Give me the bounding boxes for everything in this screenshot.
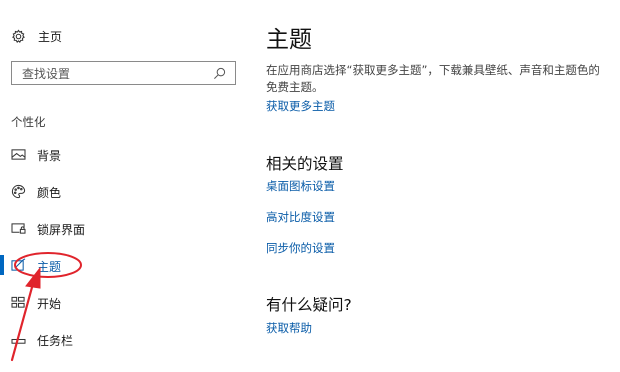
sidebar-item-label: 锁屏界面 bbox=[37, 223, 86, 237]
sidebar-item-lock-screen[interactable]: 锁屏界面 bbox=[0, 215, 252, 241]
sidebar-item-label: 开始 bbox=[37, 297, 62, 311]
sidebar-item-label: 主题 bbox=[37, 260, 62, 274]
sidebar-item-label: 任务栏 bbox=[37, 334, 74, 348]
page-title: 主题 bbox=[266, 27, 312, 53]
sidebar-item-themes[interactable]: 主题 bbox=[0, 252, 252, 278]
taskbar-icon bbox=[10, 331, 26, 347]
search-icon[interactable] bbox=[213, 66, 227, 80]
get-more-themes-link[interactable]: 获取更多主题 bbox=[266, 98, 335, 114]
sidebar-item-label: 颜色 bbox=[37, 186, 62, 200]
desktop-icon-settings-link[interactable]: 桌面图标设置 bbox=[266, 178, 335, 194]
sidebar-item-label: 背景 bbox=[37, 149, 62, 163]
sidebar-item-start[interactable]: 开始 bbox=[0, 289, 252, 315]
sync-settings-link[interactable]: 同步你的设置 bbox=[266, 240, 335, 256]
palette-icon bbox=[10, 183, 26, 199]
sidebar-item-taskbar[interactable]: 任务栏 bbox=[0, 326, 252, 352]
sidebar-item-colors[interactable]: 颜色 bbox=[0, 178, 252, 204]
get-help-link[interactable]: 获取帮助 bbox=[266, 320, 312, 336]
question-heading: 有什么疑问? bbox=[266, 296, 352, 314]
gear-icon bbox=[10, 28, 26, 44]
high-contrast-settings-link[interactable]: 高对比度设置 bbox=[266, 209, 335, 225]
theme-brush-icon bbox=[10, 257, 26, 273]
active-indicator bbox=[0, 255, 4, 275]
start-tiles-icon bbox=[10, 294, 26, 310]
home-nav-item[interactable]: 主页 bbox=[10, 25, 62, 47]
search-placeholder: 查找设置 bbox=[22, 66, 71, 81]
search-input[interactable]: 查找设置 bbox=[11, 61, 236, 85]
picture-icon bbox=[10, 146, 26, 162]
settings-window: 主页 查找设置 个性化 背景 颜色 锁屏界面 主题 开始 任务栏 主题 在应用商… bbox=[0, 0, 620, 372]
sidebar-item-background[interactable]: 背景 bbox=[0, 141, 252, 167]
related-settings-heading: 相关的设置 bbox=[266, 155, 344, 173]
sidebar: 主页 查找设置 个性化 背景 颜色 锁屏界面 主题 开始 任务栏 bbox=[0, 0, 252, 372]
section-label-personalization: 个性化 bbox=[11, 115, 46, 129]
themes-description: 在应用商店选择“获取更多主题”，下载兼具壁纸、声音和主题色的免费主题。 bbox=[266, 63, 600, 94]
lock-screen-icon bbox=[10, 220, 26, 236]
home-label: 主页 bbox=[38, 29, 63, 44]
